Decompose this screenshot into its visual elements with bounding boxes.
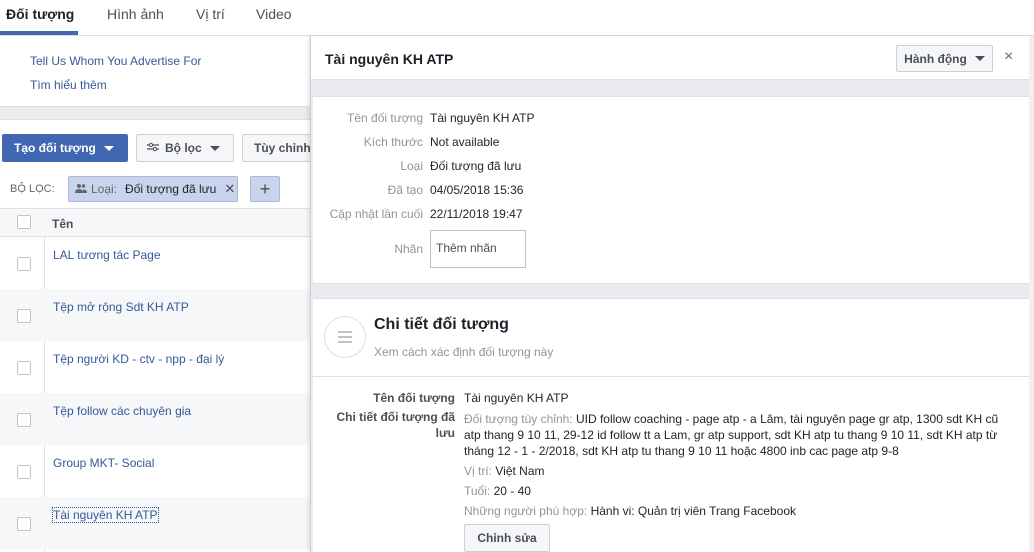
table-row[interactable]: LAL tương tác Page bbox=[0, 237, 310, 289]
close-icon[interactable]: × bbox=[1004, 48, 1013, 66]
tab-audiences[interactable]: Đối tượng bbox=[6, 6, 74, 22]
detail-label: Kích thước bbox=[363, 135, 423, 149]
chevron-down-icon bbox=[209, 145, 220, 151]
audience-name-link[interactable]: LAL tương tác Page bbox=[53, 248, 161, 262]
tag-label: Nhãn bbox=[394, 242, 423, 256]
tab-video[interactable]: Video bbox=[256, 6, 292, 22]
list-icon bbox=[324, 316, 366, 358]
location-label: Vị trí: bbox=[464, 464, 493, 478]
panel-header: Tài nguyên KH ATP Hành động × bbox=[311, 36, 1029, 80]
chevron-down-icon bbox=[103, 145, 114, 151]
learn-more-link[interactable]: Tìm hiểu thêm bbox=[30, 78, 107, 92]
detail-label: Tên đối tượng bbox=[347, 111, 423, 125]
edit-button[interactable]: Chỉnh sửa bbox=[464, 524, 550, 552]
chip-key: Loại: bbox=[91, 182, 118, 196]
actions-button[interactable]: Hành động bbox=[896, 45, 993, 72]
detail-value: Tài nguyên KH ATP bbox=[430, 111, 535, 125]
advertise-for-link[interactable]: Tell Us Whom You Advertise For bbox=[30, 54, 201, 68]
row-checkbox[interactable] bbox=[17, 413, 31, 427]
remove-filter-icon[interactable]: ✕ bbox=[224, 181, 235, 197]
audience-name-link[interactable]: Tệp người KD - ctv - npp - đại lý bbox=[53, 352, 224, 366]
audience-summary-card: Tên đối tượng Tài nguyên KH ATP Kích thư… bbox=[313, 96, 1029, 284]
table-row[interactable]: Tệp người KD - ctv - npp - đại lý bbox=[0, 341, 310, 393]
section-header: Chi tiết đối tượng Xem cách xác định đối… bbox=[313, 299, 1029, 377]
chevron-down-icon bbox=[974, 56, 985, 61]
customize-label: Tùy chỉnh bbox=[254, 141, 311, 155]
tab-locations[interactable]: Vị trí bbox=[196, 6, 225, 22]
chip-value: Đối tượng đã lưu bbox=[125, 182, 217, 196]
select-all-checkbox[interactable] bbox=[17, 215, 31, 229]
row-checkbox[interactable] bbox=[17, 309, 31, 323]
row-checkbox[interactable] bbox=[17, 257, 31, 271]
row-checkbox[interactable] bbox=[17, 465, 31, 479]
table-row[interactable]: Tệp follow các chuyên gia bbox=[0, 393, 310, 445]
custom-audience-block: Đối tượng tùy chỉnh: UID follow coaching… bbox=[464, 411, 1009, 459]
divider bbox=[0, 106, 310, 120]
audience-name-label: Tên đối tượng bbox=[373, 391, 455, 405]
audience-table: Tên LAL tương tác Page Tệp mở rộng Sdt K… bbox=[0, 208, 310, 552]
matching-people-row: Những người phù hợp: Hành vi: Quản trị v… bbox=[464, 503, 1009, 519]
detail-label: Đã tạo bbox=[387, 183, 423, 197]
filter-caption: BỘ LỌC: bbox=[10, 183, 55, 195]
table-row[interactable]: Tài nguyên KH ATP bbox=[0, 497, 310, 549]
detail-value: Đối tượng đã lưu bbox=[430, 159, 522, 173]
table-header: Tên bbox=[0, 209, 310, 237]
type-filter-chip[interactable]: Loại: Đối tượng đã lưu ✕ bbox=[68, 176, 238, 202]
location-row: Vị trí: Việt Nam bbox=[464, 463, 1009, 479]
audience-tabs: Đối tượng Hình ảnh Vị trí Video bbox=[0, 0, 1034, 36]
custom-audience-label: Đối tượng tùy chỉnh: bbox=[464, 412, 573, 426]
active-tab-indicator bbox=[0, 31, 78, 35]
section-subtitle: Xem cách xác định đối tượng này bbox=[374, 345, 554, 359]
matching-people-label: Những người phù hợp: bbox=[464, 504, 588, 518]
add-tag-input[interactable]: Thêm nhãn bbox=[430, 230, 526, 268]
actions-label: Hành động bbox=[904, 51, 967, 66]
detail-label: Loại bbox=[400, 159, 423, 173]
people-icon bbox=[75, 182, 87, 196]
age-value: 20 - 40 bbox=[493, 484, 531, 498]
panel-title: Tài nguyên KH ATP bbox=[325, 51, 454, 67]
filter-button[interactable]: Bộ lọc bbox=[136, 134, 234, 162]
saved-audience-details-label: Chi tiết đối tượng đã lưu bbox=[336, 410, 455, 440]
name-column-header[interactable]: Tên bbox=[52, 217, 73, 231]
audience-detail-panel: Tài nguyên KH ATP Hành động × Tên đối tư… bbox=[310, 36, 1034, 552]
detail-value: 22/11/2018 19:47 bbox=[430, 207, 523, 221]
detail-value: Not available bbox=[430, 135, 500, 149]
audience-name-link[interactable]: Tài nguyên KH ATP bbox=[52, 507, 159, 523]
age-label: Tuổi: bbox=[464, 484, 491, 498]
matching-people-value: Hành vi: Quản trị viên Trang Facebook bbox=[590, 504, 797, 518]
create-audience-button[interactable]: Tạo đối tượng bbox=[2, 134, 128, 162]
audience-name-link[interactable]: Tệp follow các chuyên gia bbox=[53, 404, 191, 418]
table-row[interactable]: Group MKT- Social bbox=[0, 445, 310, 497]
add-filter-button[interactable]: + bbox=[250, 176, 280, 202]
table-row[interactable]: Tệp mở rộng Sdt KH ATP bbox=[0, 289, 310, 341]
audience-name-value: Tài nguyên KH ATP bbox=[464, 391, 569, 405]
audience-list-panel: Tell Us Whom You Advertise For Tìm hiểu … bbox=[0, 36, 322, 552]
detail-label: Cập nhật lần cuối bbox=[329, 207, 423, 221]
detail-value: 04/05/2018 15:36 bbox=[430, 183, 524, 197]
create-audience-label: Tạo đối tượng bbox=[14, 141, 96, 155]
section-title: Chi tiết đối tượng bbox=[374, 316, 509, 333]
row-checkbox[interactable] bbox=[17, 517, 31, 531]
row-checkbox[interactable] bbox=[17, 361, 31, 375]
audience-name-link[interactable]: Group MKT- Social bbox=[53, 456, 154, 470]
location-value: Việt Nam bbox=[495, 464, 545, 478]
filter-label: Bộ lọc bbox=[165, 141, 202, 155]
tab-images[interactable]: Hình ảnh bbox=[107, 6, 164, 22]
audience-details-card: Chi tiết đối tượng Xem cách xác định đối… bbox=[313, 298, 1029, 552]
scrollbar[interactable] bbox=[1029, 36, 1034, 552]
age-row: Tuổi: 20 - 40 bbox=[464, 483, 1009, 499]
sliders-icon bbox=[147, 141, 159, 155]
audience-name-link[interactable]: Tệp mở rộng Sdt KH ATP bbox=[53, 300, 189, 314]
